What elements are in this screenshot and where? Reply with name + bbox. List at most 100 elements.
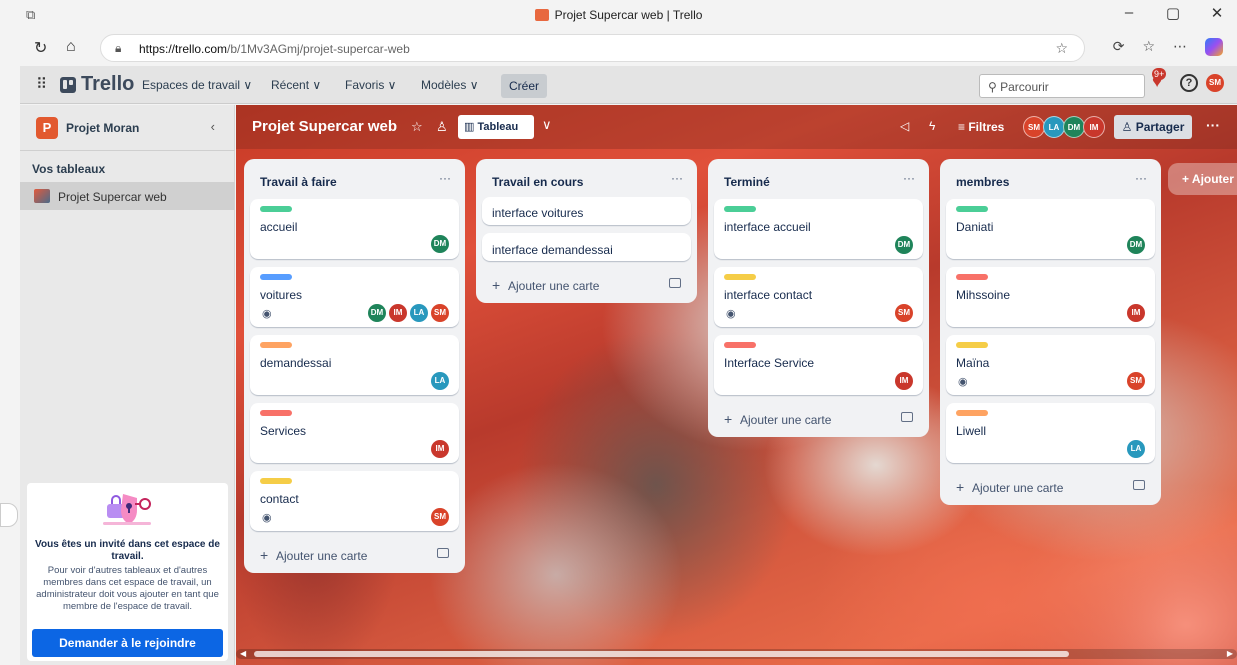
search-placeholder: Parcourir [1000, 80, 1049, 94]
sidebar-item-board[interactable]: Projet Supercar web [20, 182, 235, 210]
favorites-icon[interactable]: ☆ [1142, 38, 1155, 56]
menu-templates[interactable]: Modèles ∨ [421, 78, 478, 92]
board-horizontal-scrollbar[interactable]: ◀ ▶ [236, 649, 1237, 659]
list-todo: Travail à faire ··· accueil DM voitures … [244, 159, 465, 573]
close-button[interactable]: ✕ [1205, 4, 1229, 22]
list-title[interactable]: membres [956, 175, 1009, 189]
list-title[interactable]: Terminé [724, 175, 770, 189]
user-avatar[interactable]: SM [1206, 74, 1224, 92]
card-label [260, 410, 292, 416]
member-avatar[interactable]: SM [1023, 116, 1045, 138]
filters-label: Filtres [968, 120, 1005, 134]
home-icon[interactable]: ⌂ [66, 38, 76, 56]
card[interactable]: accueil DM [250, 199, 459, 259]
star-board-icon[interactable]: ☆ [411, 119, 423, 135]
list-title[interactable]: Travail à faire [260, 175, 337, 189]
card-label [260, 342, 292, 348]
board-title[interactable]: Projet Supercar web [252, 118, 397, 135]
notifications-button[interactable]: ♥ 9+ [1152, 68, 1172, 94]
card-title: interface contact [724, 288, 813, 302]
card-template-icon[interactable] [1133, 480, 1145, 490]
menu-starred[interactable]: Favoris ∨ [345, 78, 396, 92]
member-avatar[interactable]: DM [1063, 116, 1085, 138]
card-title: Liwell [956, 424, 987, 438]
minimize-button[interactable]: – [1117, 4, 1141, 22]
card[interactable]: demandessai LA [250, 335, 459, 395]
card[interactable]: Interface Service IM [714, 335, 923, 395]
automation-icon[interactable]: ϟ [929, 119, 935, 133]
board-header: Projet Supercar web ☆ ♙ ▥ Tableau ∨ ◁ ϟ … [236, 105, 1237, 149]
address-bar[interactable]: 🔒︎ https://trello.com/b/1Mv3AGmj/projet-… [100, 34, 1085, 62]
card-member-avatar: DM [368, 304, 386, 322]
search-input[interactable]: ⚲ Parcourir [979, 74, 1145, 98]
list-menu-icon[interactable]: ··· [903, 171, 915, 185]
scrollbar-thumb[interactable] [254, 651, 1069, 657]
card[interactable]: Daniati DM [946, 199, 1155, 259]
workspace-name[interactable]: Projet Moran [66, 121, 139, 135]
menu-workspaces[interactable]: Espaces de travail ∨ [142, 78, 252, 92]
board-menu-icon[interactable]: ··· [1206, 117, 1220, 133]
list-in-progress: Travail en cours ··· interface voitures … [476, 159, 697, 303]
member-avatar[interactable]: LA [1043, 116, 1065, 138]
list-menu-icon[interactable]: ··· [671, 171, 683, 185]
card-title: interface accueil [724, 220, 811, 234]
board-view-button[interactable]: ▥ Tableau [458, 115, 534, 139]
notification-count: 9+ [1152, 68, 1167, 80]
favorite-star-icon[interactable]: ☆ [1055, 40, 1068, 57]
request-join-button[interactable]: Demander à le rejoindre [32, 629, 223, 657]
add-card-label: Ajouter une carte [276, 549, 368, 563]
power-ups-icon[interactable]: ◁ [900, 119, 909, 133]
share-button[interactable]: ♙ Partager [1114, 115, 1192, 139]
card-template-icon[interactable] [437, 548, 449, 558]
card-title: contact [260, 492, 299, 506]
trello-logo[interactable]: Trello [60, 73, 134, 96]
card-template-icon[interactable] [901, 412, 913, 422]
card-title: Services [260, 424, 307, 438]
scroll-right-icon[interactable]: ▶ [1227, 649, 1233, 658]
list-menu-icon[interactable]: ··· [439, 171, 451, 185]
scroll-left-icon[interactable]: ◀ [240, 649, 246, 658]
add-card-button[interactable]: + Ajouter une carte [940, 471, 1161, 505]
card[interactable]: interface accueil DM [714, 199, 923, 259]
extensions-icon[interactable]: ⟳ [1113, 38, 1125, 56]
card[interactable]: Liwell LA [946, 403, 1155, 463]
chevron-down-icon[interactable]: ∨ [542, 117, 552, 133]
card-member-avatar: IM [431, 440, 449, 458]
menu-recent[interactable]: Récent ∨ [271, 78, 321, 92]
more-icon[interactable]: ⋯ [1173, 38, 1187, 56]
card[interactable]: contact ◉ SM [250, 471, 459, 531]
trello-logo-icon [60, 76, 76, 93]
card-title: Mihssoine [956, 288, 1011, 302]
list-menu-icon[interactable]: ··· [1135, 171, 1147, 185]
sidebar-expand-handle[interactable] [0, 503, 18, 527]
app-switcher-icon[interactable]: ⠿ [36, 75, 47, 93]
visibility-icon[interactable]: ♙ [436, 119, 448, 135]
card-member-avatar: IM [895, 372, 913, 390]
card[interactable]: Services IM [250, 403, 459, 463]
refresh-icon[interactable]: ↻ [34, 38, 47, 58]
card[interactable]: voitures ◉ DM IM LA SM [250, 267, 459, 327]
add-card-button[interactable]: + Ajouter une carte [476, 269, 697, 303]
card-member-avatar: SM [431, 508, 449, 526]
card-template-icon[interactable] [669, 278, 681, 288]
add-list-button[interactable]: + Ajouter [1168, 163, 1237, 195]
card[interactable]: interface contact ◉ SM [714, 267, 923, 327]
collapse-sidebar-icon[interactable]: ‹ [211, 119, 215, 134]
member-avatar[interactable]: IM [1083, 116, 1105, 138]
card[interactable]: Maïna ◉ SM [946, 335, 1155, 395]
restore-button[interactable]: ▢ [1161, 4, 1185, 22]
add-card-button[interactable]: + Ajouter une carte [708, 403, 929, 437]
card-title: Maïna [956, 356, 990, 370]
card[interactable]: Mihssoine IM [946, 267, 1155, 327]
lock-icon: 🔒︎ [115, 41, 122, 55]
trello-logo-text: Trello [81, 73, 135, 95]
help-icon[interactable]: ? [1180, 74, 1198, 92]
list-title[interactable]: Travail en cours [492, 175, 583, 189]
card[interactable]: interface demandessai [482, 233, 691, 261]
copilot-icon[interactable] [1205, 38, 1223, 56]
lock-illustration-icon [103, 494, 151, 525]
card[interactable]: interface voitures [482, 197, 691, 225]
add-card-button[interactable]: + Ajouter une carte [244, 539, 465, 573]
filters-button[interactable]: ≡ Filtres [958, 120, 1004, 134]
create-button[interactable]: Créer [501, 74, 547, 98]
